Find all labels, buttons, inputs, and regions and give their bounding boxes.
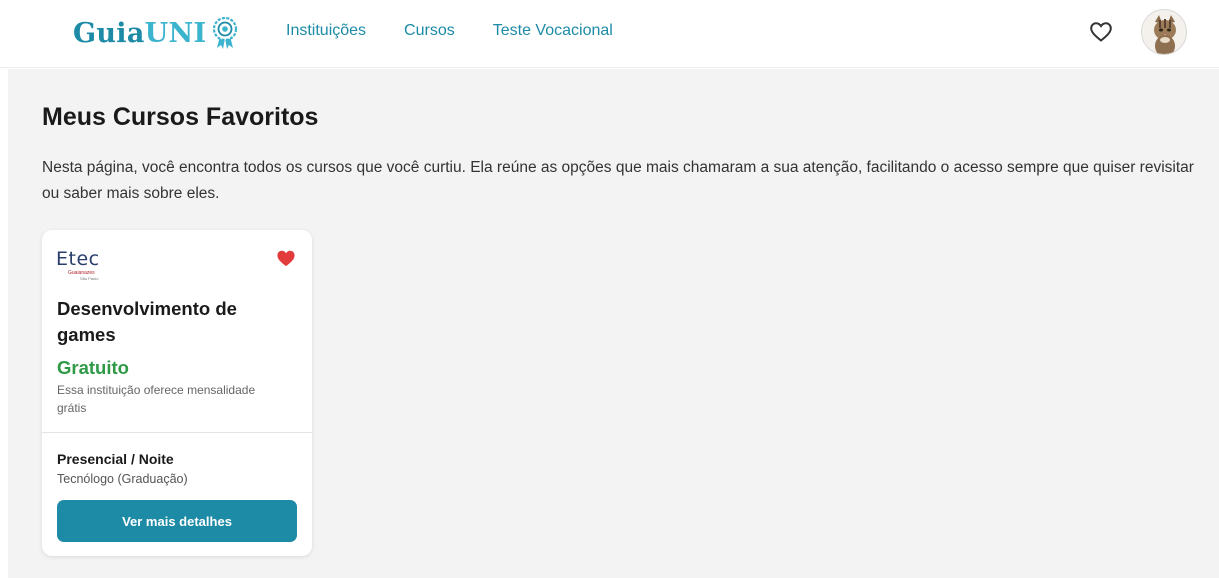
award-ribbon-icon xyxy=(213,16,238,49)
institution-logo-text: Etec xyxy=(56,248,100,270)
view-details-button[interactable]: Ver mais detalhes xyxy=(57,500,297,542)
nav-link-instituicoes[interactable]: Instituições xyxy=(286,22,366,40)
course-degree: Tecnólogo (Graduação) xyxy=(57,472,188,486)
brand-logo[interactable]: Guia UNI xyxy=(73,14,239,52)
user-avatar[interactable] xyxy=(1141,9,1187,55)
institution-logo: Etec Guaianazes São Paulo xyxy=(56,248,116,286)
favorites-page: Meus Cursos Favoritos Nesta página, você… xyxy=(8,69,1219,578)
nav-link-cursos[interactable]: Cursos xyxy=(404,22,455,40)
avatar-cat-image xyxy=(1142,10,1186,54)
page-description: Nesta página, você encontra todos os cur… xyxy=(42,159,1194,202)
price-note: Essa instituição oferece mensalidade grá… xyxy=(57,383,256,415)
course-price: Gratuito xyxy=(57,357,129,378)
main-nav: Instituições Cursos Teste Vocacional xyxy=(286,22,613,40)
logo-text-guia: Guia xyxy=(73,17,145,49)
top-navbar: Guia UNI Instituições Cursos Teste Vocaci… xyxy=(0,0,1219,68)
heart-outline-icon[interactable] xyxy=(1089,20,1113,44)
course-title: Desenvolvimento de games xyxy=(57,298,237,345)
institution-logo-location: São Paulo xyxy=(80,276,99,281)
heart-filled-icon[interactable] xyxy=(276,249,296,267)
logo-text-uni: UNI xyxy=(144,17,207,49)
card-divider xyxy=(42,432,312,433)
course-modality: Presencial / Noite xyxy=(57,451,174,467)
page-title: Meus Cursos Favoritos xyxy=(42,103,319,131)
course-card: Etec Guaianazes São Paulo Desenvolviment… xyxy=(42,230,312,556)
nav-link-teste-vocacional[interactable]: Teste Vocacional xyxy=(493,22,613,40)
